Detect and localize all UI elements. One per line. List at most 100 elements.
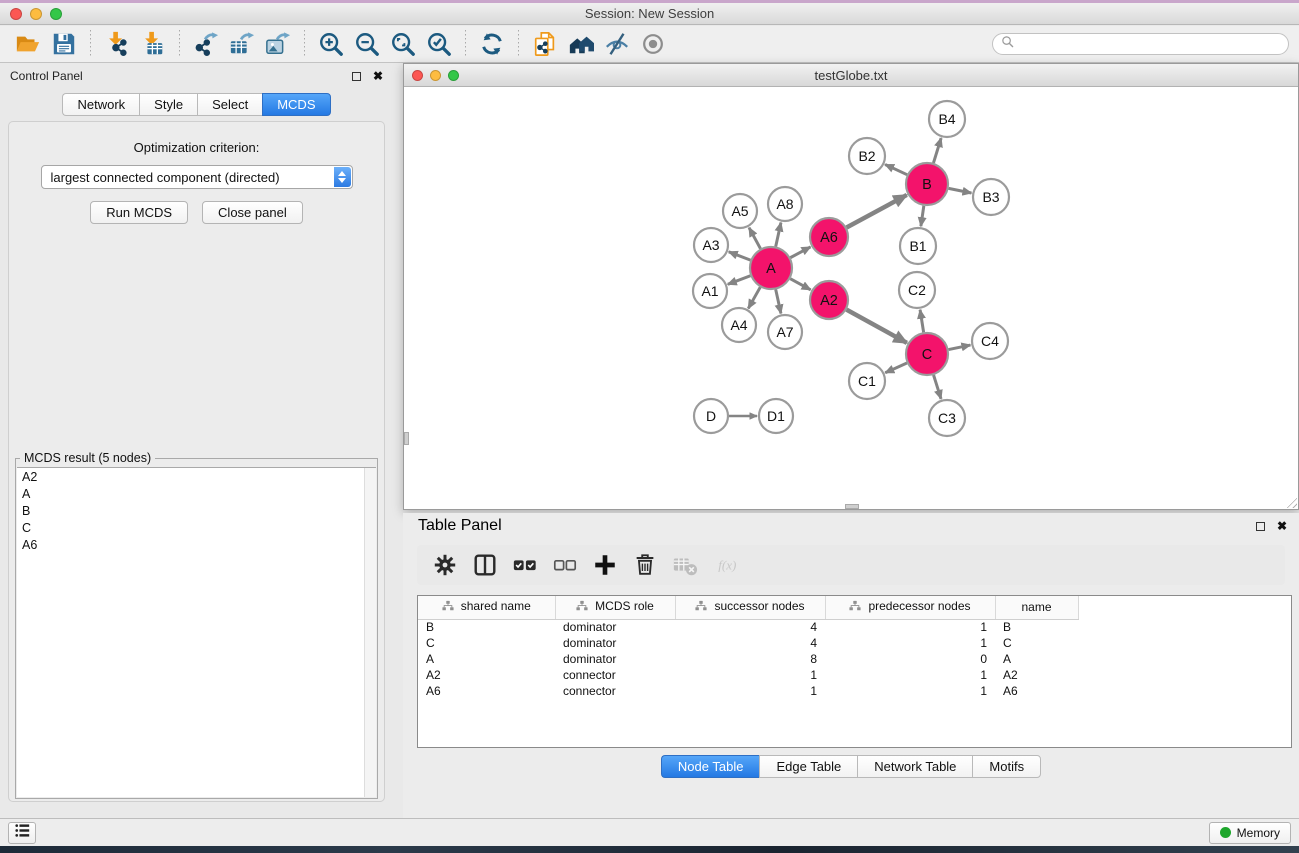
graph-node-C2[interactable]: C2 <box>899 272 935 308</box>
table-row[interactable]: Bdominator41B <box>418 619 1078 635</box>
search-input[interactable] <box>1019 37 1280 51</box>
unselect-all-icon[interactable] <box>550 550 580 580</box>
close-table-panel-icon[interactable]: ✖ <box>1277 520 1287 532</box>
delete-row-icon[interactable] <box>630 550 660 580</box>
edge-B-B4[interactable] <box>933 138 941 163</box>
network-canvas[interactable]: B4B2BB3A5A8A6B1A3AA1C2A2A4A7C4CC1C3DD1 <box>404 87 1298 509</box>
tab-edge-table[interactable]: Edge Table <box>759 755 857 778</box>
graph-node-A5[interactable]: A5 <box>723 194 757 228</box>
table-row[interactable]: A6connector11A6 <box>418 683 1078 699</box>
column-header-name[interactable]: name <box>995 596 1078 619</box>
home-browser-icon[interactable] <box>566 29 596 59</box>
zoom-out-icon[interactable] <box>352 29 382 59</box>
edge-C-C1[interactable] <box>885 363 907 373</box>
close-panel-icon[interactable]: ✖ <box>373 70 383 82</box>
edge-B-B2[interactable] <box>885 164 907 174</box>
graph-node-B1[interactable]: B1 <box>900 228 936 264</box>
edge-A2-C[interactable] <box>847 310 907 343</box>
edge-A-A2[interactable] <box>790 279 810 290</box>
tab-motifs[interactable]: Motifs <box>972 755 1041 778</box>
column-header-MCDS-role[interactable]: MCDS role <box>555 596 675 619</box>
graph-node-A4[interactable]: A4 <box>722 308 756 342</box>
graph-node-D[interactable]: D <box>694 399 728 433</box>
search-box[interactable] <box>992 33 1289 55</box>
horizontal-scroll-indicator[interactable] <box>845 504 859 509</box>
edge-C-C3[interactable] <box>934 375 941 399</box>
zoom-in-icon[interactable] <box>316 29 346 59</box>
graph-node-A7[interactable]: A7 <box>768 315 802 349</box>
edge-A6-B[interactable] <box>847 195 907 228</box>
table-row[interactable]: Adominator80A <box>418 651 1078 667</box>
table-row[interactable]: Cdominator41C <box>418 635 1078 651</box>
graph-node-C[interactable]: C <box>906 333 948 375</box>
network-window-titlebar[interactable]: testGlobe.txt <box>404 64 1298 87</box>
graph-node-A6[interactable]: A6 <box>810 218 848 256</box>
export-network-icon[interactable] <box>191 29 221 59</box>
add-column-icon[interactable] <box>590 550 620 580</box>
mcds-result-item[interactable]: A <box>17 485 376 502</box>
memory-button[interactable]: Memory <box>1209 822 1291 844</box>
zoom-fit-icon[interactable] <box>388 29 418 59</box>
refresh-network-icon[interactable] <box>477 29 507 59</box>
graph-node-A8[interactable]: A8 <box>768 187 802 221</box>
mcds-result-item[interactable]: B <box>17 502 376 519</box>
edge-A-A1[interactable] <box>728 276 751 285</box>
tab-mcds[interactable]: MCDS <box>262 93 330 116</box>
graph-node-B4[interactable]: B4 <box>929 101 965 137</box>
table-row[interactable]: A2connector11A2 <box>418 667 1078 683</box>
graph-node-A3[interactable]: A3 <box>694 228 728 262</box>
edge-A-A4[interactable] <box>748 287 760 308</box>
graph-node-C3[interactable]: C3 <box>929 400 965 436</box>
edge-A-A6[interactable] <box>790 247 810 258</box>
export-table-icon[interactable] <box>227 29 257 59</box>
clone-network-icon[interactable] <box>530 29 560 59</box>
open-session-icon[interactable] <box>13 29 43 59</box>
tab-network-table[interactable]: Network Table <box>857 755 972 778</box>
import-network-icon[interactable] <box>102 29 132 59</box>
run-mcds-button[interactable]: Run MCDS <box>90 201 188 224</box>
mcds-result-item[interactable]: A6 <box>17 536 376 553</box>
float-table-panel-icon[interactable] <box>1256 522 1265 531</box>
show-panel-eye-icon[interactable] <box>638 29 668 59</box>
graph-node-B3[interactable]: B3 <box>973 179 1009 215</box>
edge-C-C2[interactable] <box>920 310 924 333</box>
edge-A-A8[interactable] <box>776 223 781 247</box>
column-header-shared-name[interactable]: shared name <box>418 596 555 619</box>
gear-icon[interactable] <box>430 550 460 580</box>
graph-node-A2[interactable]: A2 <box>810 281 848 319</box>
tab-select[interactable]: Select <box>197 93 262 116</box>
column-header-predecessor-nodes[interactable]: predecessor nodes <box>825 596 995 619</box>
graph-node-C4[interactable]: C4 <box>972 323 1008 359</box>
graph-node-D1[interactable]: D1 <box>759 399 793 433</box>
edge-C-C4[interactable] <box>949 345 971 350</box>
result-scrollbar[interactable] <box>364 468 376 797</box>
network-graph[interactable]: B4B2BB3A5A8A6B1A3AA1C2A2A4A7C4CC1C3DD1 <box>404 87 1298 509</box>
mcds-result-item[interactable]: C <box>17 519 376 536</box>
mcds-result-item[interactable]: A2 <box>17 468 376 485</box>
graph-node-A1[interactable]: A1 <box>693 274 727 308</box>
hide-panel-eye-icon[interactable] <box>602 29 632 59</box>
tab-style[interactable]: Style <box>139 93 197 116</box>
graph-node-B[interactable]: B <box>906 163 948 205</box>
show-panels-button[interactable] <box>8 822 36 844</box>
vertical-scroll-indicator[interactable] <box>404 432 409 445</box>
select-all-icon[interactable] <box>510 550 540 580</box>
graph-node-C1[interactable]: C1 <box>849 363 885 399</box>
edge-B-B3[interactable] <box>949 188 972 193</box>
table-columns-icon[interactable] <box>470 550 500 580</box>
edge-B-B1[interactable] <box>921 206 924 226</box>
edge-A-A7[interactable] <box>776 289 781 313</box>
close-panel-button[interactable]: Close panel <box>202 201 303 224</box>
tab-node-table[interactable]: Node Table <box>661 755 760 778</box>
column-header-successor-nodes[interactable]: successor nodes <box>675 596 825 619</box>
import-table-icon[interactable] <box>138 29 168 59</box>
graph-node-B2[interactable]: B2 <box>849 138 885 174</box>
float-panel-icon[interactable] <box>352 72 361 81</box>
edge-A-A3[interactable] <box>729 252 751 260</box>
edge-A-A5[interactable] <box>749 228 760 249</box>
criterion-dropdown[interactable]: largest connected component (directed) <box>41 165 353 189</box>
tab-network[interactable]: Network <box>62 93 139 116</box>
export-image-icon[interactable] <box>263 29 293 59</box>
mcds-result-list[interactable]: A2ABCA6 <box>17 467 376 797</box>
save-session-icon[interactable] <box>49 29 79 59</box>
